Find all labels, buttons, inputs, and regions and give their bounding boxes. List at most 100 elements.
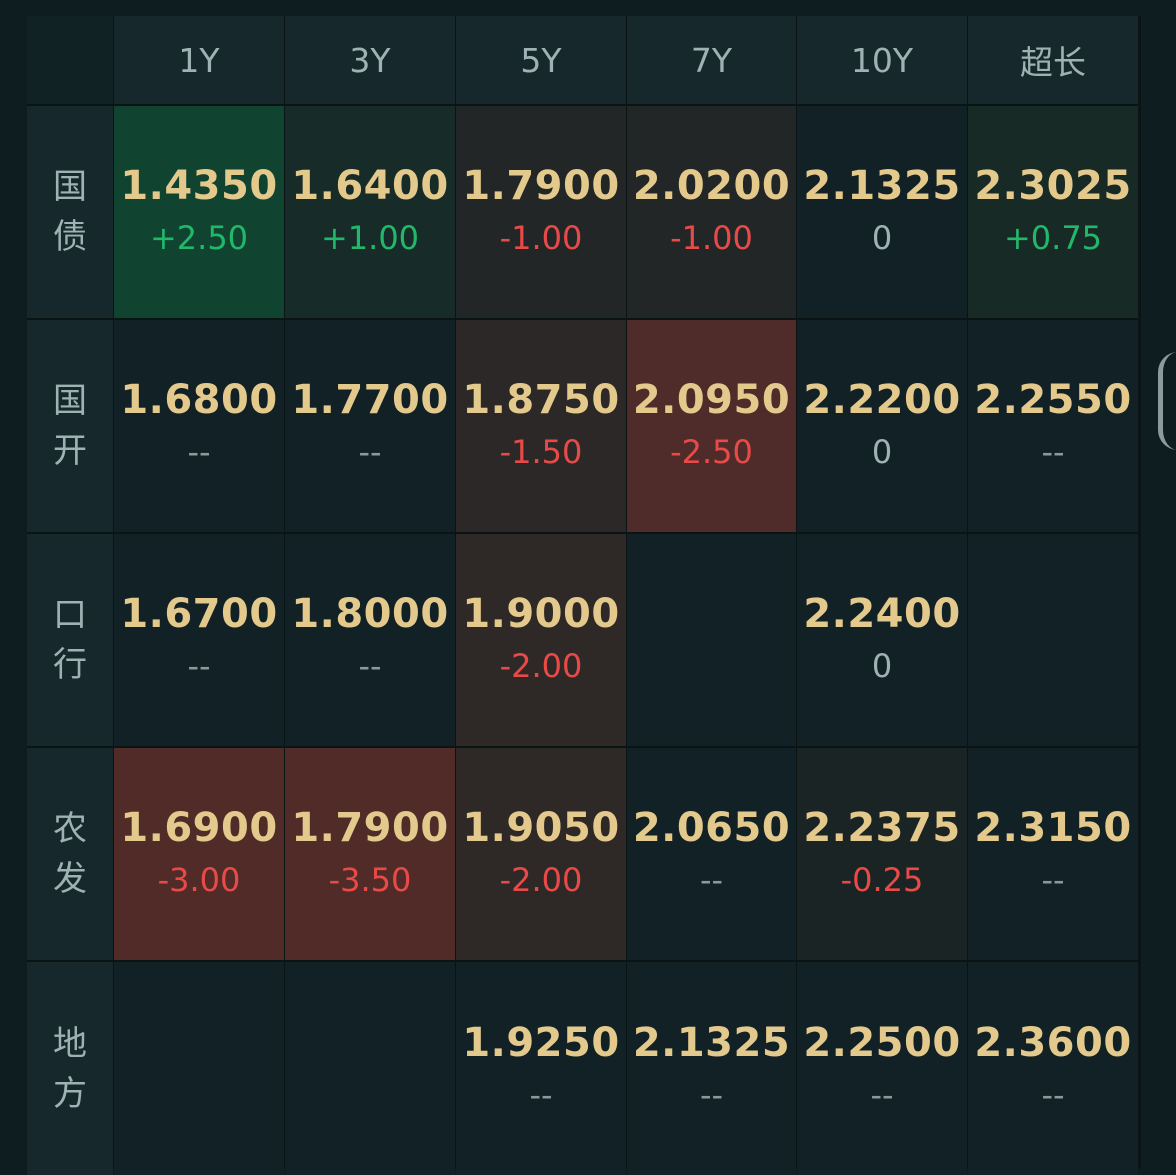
row-header-char: 发: [53, 859, 87, 899]
row-header-3[interactable]: 农发: [27, 748, 113, 960]
app-frame: 1Y 3Y 5Y 7Y 10Y 超长国债 1.4350 +2.50 1.6400 +1.00 1.7…: [0, 0, 1176, 1175]
yield-change: --: [699, 861, 724, 899]
yield-cell[interactable]: 2.3025 +0.75: [968, 106, 1138, 318]
yield-rate: 1.9000: [462, 591, 620, 637]
yield-change: -1.00: [670, 219, 753, 257]
yield-change: +2.50: [149, 219, 249, 257]
yield-change: -2.50: [670, 433, 753, 471]
yield-change: -1.50: [499, 433, 583, 471]
yield-cell[interactable]: 2.0650 --: [627, 748, 796, 960]
yield-rate: 2.1325: [803, 163, 961, 209]
yield-cell[interactable]: 1.7900 -1.00: [456, 106, 626, 318]
yield-cell[interactable]: 1.6900 -3.00: [114, 748, 284, 960]
yield-cell[interactable]: 2.1325 --: [627, 962, 796, 1175]
yield-change: 0: [871, 433, 893, 471]
yield-change: --: [529, 1075, 553, 1114]
column-header-1[interactable]: 3Y: [285, 16, 455, 104]
yield-cell[interactable]: [285, 962, 455, 1175]
yield-change: 0: [871, 219, 893, 257]
yield-rate: 2.3025: [974, 163, 1132, 209]
row-header-char: 国: [53, 167, 87, 207]
yield-cell[interactable]: 1.7900 -3.50: [285, 748, 455, 960]
yield-change: -0.25: [840, 861, 924, 899]
row-header-4[interactable]: 地方: [27, 962, 113, 1175]
yield-cell[interactable]: 1.6700 --: [114, 534, 284, 746]
row-header-char: 口: [53, 595, 87, 635]
yield-rate: 1.6800: [120, 377, 278, 423]
yield-cell[interactable]: [627, 534, 796, 746]
yield-change: --: [1041, 861, 1065, 899]
yield-change: -3.50: [328, 861, 412, 899]
row-header-char: 国: [53, 381, 87, 421]
yield-change: --: [870, 1075, 894, 1114]
yield-rate: 1.9250: [462, 1019, 620, 1066]
yield-cell[interactable]: 1.8750 -1.50: [456, 320, 626, 532]
yield-cell[interactable]: 2.3150 --: [968, 748, 1138, 960]
yield-cell[interactable]: 1.7700 --: [285, 320, 455, 532]
yield-change: -2.00: [499, 861, 583, 899]
yield-rate: 2.2200: [803, 377, 961, 423]
yield-cell[interactable]: 2.2550 --: [968, 320, 1138, 532]
row-header-0[interactable]: 国债: [27, 106, 113, 318]
yield-cell[interactable]: 2.0950 -2.50: [627, 320, 796, 532]
yield-rate: 2.2550: [974, 377, 1132, 423]
yield-rate: 2.2500: [803, 1019, 961, 1066]
yield-rate: 1.7700: [291, 377, 449, 423]
yield-cell[interactable]: 1.8000 --: [285, 534, 455, 746]
table-corner: [27, 16, 113, 104]
yield-cell[interactable]: 1.4350 +2.50: [114, 106, 284, 318]
yield-cell[interactable]: [968, 534, 1138, 746]
yield-cell[interactable]: 1.6400 +1.00: [285, 106, 455, 318]
yield-cell[interactable]: 1.9050 -2.00: [456, 748, 626, 960]
yield-rate: 2.0950: [632, 377, 791, 423]
yield-change: --: [187, 433, 211, 471]
yield-rate: 2.0650: [632, 805, 791, 851]
yield-rate: 2.1325: [632, 1019, 791, 1066]
yield-cell[interactable]: [114, 962, 284, 1175]
yield-change: -3.00: [157, 861, 241, 899]
yield-rate: 1.7900: [462, 163, 620, 209]
row-header-char: 地: [53, 1023, 87, 1064]
yield-change: -1.00: [499, 219, 583, 257]
column-header-3[interactable]: 7Y: [627, 16, 796, 104]
row-header-char: 行: [53, 645, 87, 685]
yield-rate: 2.2400: [803, 591, 961, 637]
yield-cell[interactable]: 1.9000 -2.00: [456, 534, 626, 746]
yield-change: +1.00: [320, 219, 420, 257]
row-header-char: 债: [53, 217, 87, 257]
yield-rate: 1.6900: [120, 805, 278, 851]
row-header-char: 开: [53, 431, 87, 471]
yield-cell[interactable]: 2.2375 -0.25: [797, 748, 967, 960]
yield-cell[interactable]: 2.3600 --: [968, 962, 1138, 1175]
yield-change: --: [358, 647, 382, 685]
column-header-5[interactable]: 超长: [968, 16, 1138, 104]
yield-change: --: [187, 647, 211, 685]
yield-cell[interactable]: 2.2400 0: [797, 534, 967, 746]
yield-cell[interactable]: 2.2500 --: [797, 962, 967, 1175]
yield-change: +0.75: [1003, 219, 1103, 257]
row-header-char: 农: [53, 809, 87, 849]
column-header-0[interactable]: 1Y: [114, 16, 284, 104]
yield-rate: 2.3600: [974, 1019, 1132, 1066]
row-header-2[interactable]: 口行: [27, 534, 113, 746]
yield-rate: 1.9050: [462, 805, 620, 851]
yield-rate: 1.6400: [291, 163, 449, 209]
row-header-1[interactable]: 国开: [27, 320, 113, 532]
yield-change: --: [358, 433, 382, 471]
yield-rate: 1.4350: [120, 163, 278, 209]
side-pull-handle[interactable]: [1158, 352, 1176, 450]
yield-cell[interactable]: 1.6800 --: [114, 320, 284, 532]
yield-change: --: [1041, 433, 1065, 471]
yield-change: --: [699, 1075, 724, 1114]
column-header-2[interactable]: 5Y: [456, 16, 626, 104]
yield-cell[interactable]: 2.0200 -1.00: [627, 106, 796, 318]
yield-cell[interactable]: 1.9250 --: [456, 962, 626, 1175]
yield-rate: 1.7900: [291, 805, 449, 851]
yield-change: 0: [871, 647, 893, 685]
yield-change: --: [1041, 1075, 1065, 1114]
yield-cell[interactable]: 2.2200 0: [797, 320, 967, 532]
yield-rate: 2.0200: [632, 163, 791, 209]
column-header-4[interactable]: 10Y: [797, 16, 967, 104]
yield-rate: 2.3150: [974, 805, 1132, 851]
yield-cell[interactable]: 2.1325 0: [797, 106, 967, 318]
